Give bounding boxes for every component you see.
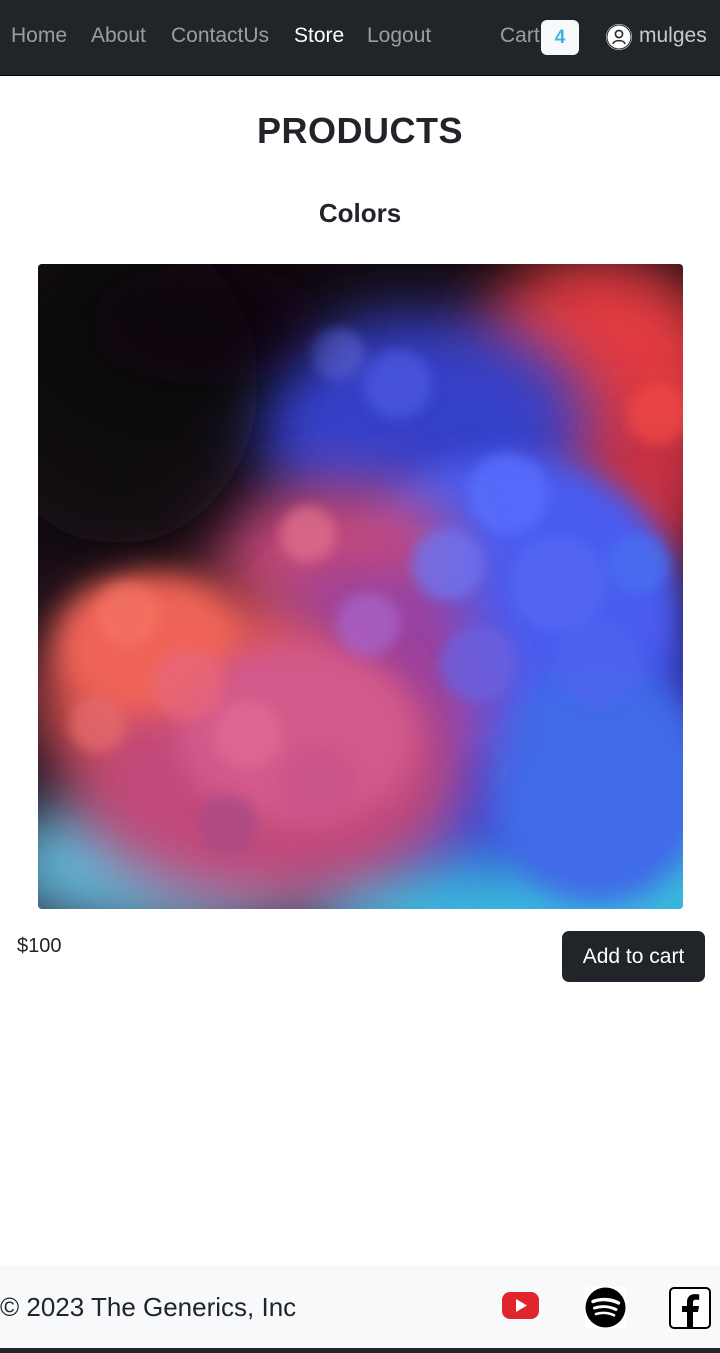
nav-link-store[interactable]: Store	[294, 22, 344, 50]
navbar: Home About ContactUs Store Logout Cart 4…	[0, 0, 720, 76]
footer-copyright: © 2023 The Generics, Inc	[0, 1292, 297, 1322]
footer-bottom-bar	[0, 1348, 720, 1353]
footer: © 2023 The Generics, Inc	[0, 1265, 720, 1348]
product-price: $100	[17, 935, 62, 957]
cart-count-badge[interactable]: 4	[541, 20, 579, 55]
username-label: mulges	[639, 24, 707, 47]
nav-link-home[interactable]: Home	[11, 22, 67, 50]
nav-link-contactus[interactable]: ContactUs	[171, 22, 269, 50]
add-to-cart-button[interactable]: Add to cart	[562, 931, 705, 982]
product-image[interactable]	[38, 264, 683, 909]
page-title: PRODUCTS	[256, 110, 463, 151]
user-avatar-icon	[606, 24, 632, 50]
nav-link-logout[interactable]: Logout	[367, 22, 431, 50]
facebook-icon[interactable]	[669, 1287, 711, 1329]
youtube-icon[interactable]	[502, 1292, 539, 1319]
product-title: Colors	[318, 198, 402, 228]
cart-link[interactable]: Cart	[500, 22, 540, 50]
nav-link-about[interactable]: About	[91, 22, 146, 50]
spotify-icon[interactable]	[585, 1287, 626, 1328]
